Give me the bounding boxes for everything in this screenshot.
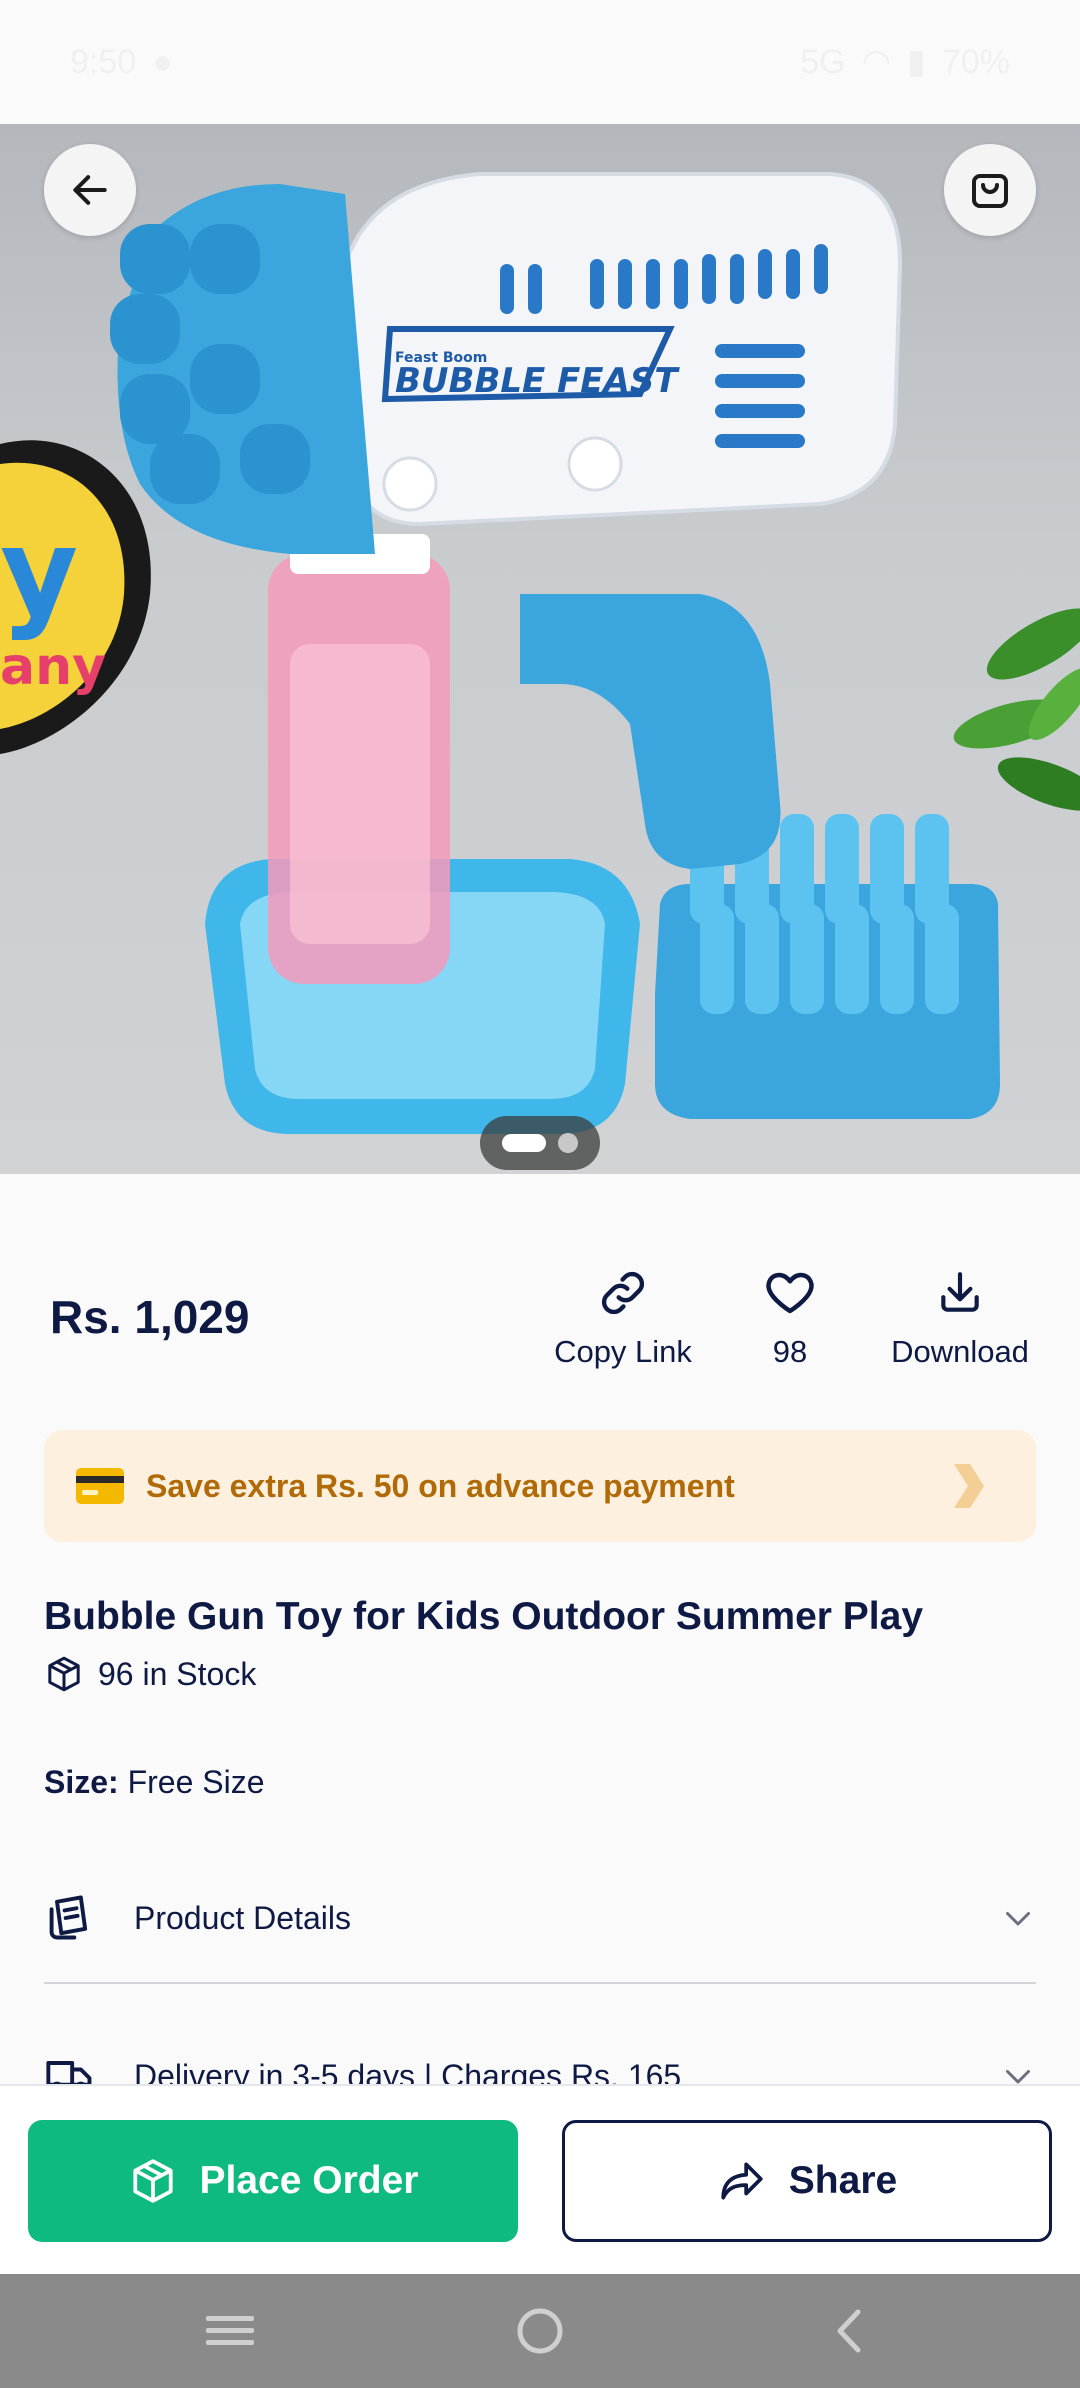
divider [44, 1982, 1036, 1984]
place-order-button[interactable]: Place Order [28, 2120, 518, 2242]
product-image-carousel[interactable]: y any Feast Boom BUBBLE FEAST [0, 124, 1080, 1174]
chevron-right-icon [954, 1464, 984, 1508]
heart-icon [766, 1272, 814, 1314]
plant [953, 608, 1080, 811]
carousel-dot-active [502, 1134, 546, 1152]
share-button[interactable]: Share [562, 2120, 1052, 2242]
system-navigation-bar [0, 2274, 1080, 2388]
stock-text: 96 in Stock [98, 1655, 257, 1692]
like-button[interactable]: 98 [740, 1264, 840, 1370]
bubble-solution-bottle [268, 534, 450, 984]
banner-text: Save extra Rs. 50 on advance payment [146, 1467, 735, 1504]
download-button[interactable]: Download [880, 1264, 1040, 1370]
battery-icon: ▮ [907, 43, 926, 81]
status-time: 9:50 [70, 42, 137, 81]
advance-payment-banner[interactable]: Save extra Rs. 50 on advance payment [44, 1430, 1036, 1542]
status-info-icon: ● [152, 42, 173, 81]
stock-info: 96 in Stock [44, 1654, 256, 1694]
product-image: y any Feast Boom BUBBLE FEAST [0, 172, 1080, 1134]
credit-card-icon [76, 1468, 124, 1504]
share-icon [721, 2162, 763, 2200]
carousel-indicator [480, 1116, 600, 1170]
wifi-icon: ◠ [861, 43, 892, 81]
back-chevron-icon[interactable] [820, 2304, 880, 2358]
download-icon [941, 1272, 979, 1312]
svg-text:any: any [0, 637, 106, 697]
gun-brand-printed: BUBBLE FEAST [395, 361, 680, 401]
copy-link-button[interactable]: Copy Link [548, 1264, 698, 1370]
arrow-left-icon [73, 175, 107, 205]
menu-icon[interactable] [200, 2304, 260, 2358]
copy-link-label: Copy Link [554, 1334, 692, 1369]
product-price: Rs. 1,029 [50, 1291, 250, 1343]
share-label: Share [788, 2159, 898, 2202]
product-details-label: Product Details [134, 1899, 351, 1936]
home-circle-icon[interactable] [510, 2304, 570, 2358]
status-network: 5G [800, 42, 846, 81]
document-icon [49, 1895, 88, 1940]
chevron-down-icon [1006, 1912, 1030, 1926]
shopping-bag-icon [972, 174, 1008, 208]
cart-button[interactable] [944, 144, 1036, 236]
back-button[interactable] [44, 144, 136, 236]
size-info: Size: Free Size [44, 1764, 265, 1801]
svg-text:y: y [0, 504, 78, 643]
bottom-action-bar: Place Order Share [0, 2084, 1080, 2274]
product-details-row[interactable]: Product Details [44, 1888, 1036, 1948]
status-bar: 9:50 ● 5G ◠ ▮ 70% [0, 0, 1080, 124]
product-title: Bubble Gun Toy for Kids Outdoor Summer P… [44, 1595, 924, 1638]
status-battery: 70% [941, 42, 1010, 81]
bubble-gun: Feast Boom BUBBLE FEAST [110, 172, 903, 869]
carousel-dot [558, 1133, 578, 1153]
box-icon [48, 1656, 80, 1692]
link-icon [601, 1271, 645, 1315]
size-value: Free Size [127, 1764, 265, 1800]
box-icon [132, 2159, 173, 2203]
size-label: Size: [44, 1764, 119, 1800]
download-label: Download [891, 1334, 1029, 1369]
toy-sticker: y any [0, 440, 151, 754]
place-order-label: Place Order [199, 2159, 419, 2202]
like-count: 98 [772, 1334, 808, 1369]
